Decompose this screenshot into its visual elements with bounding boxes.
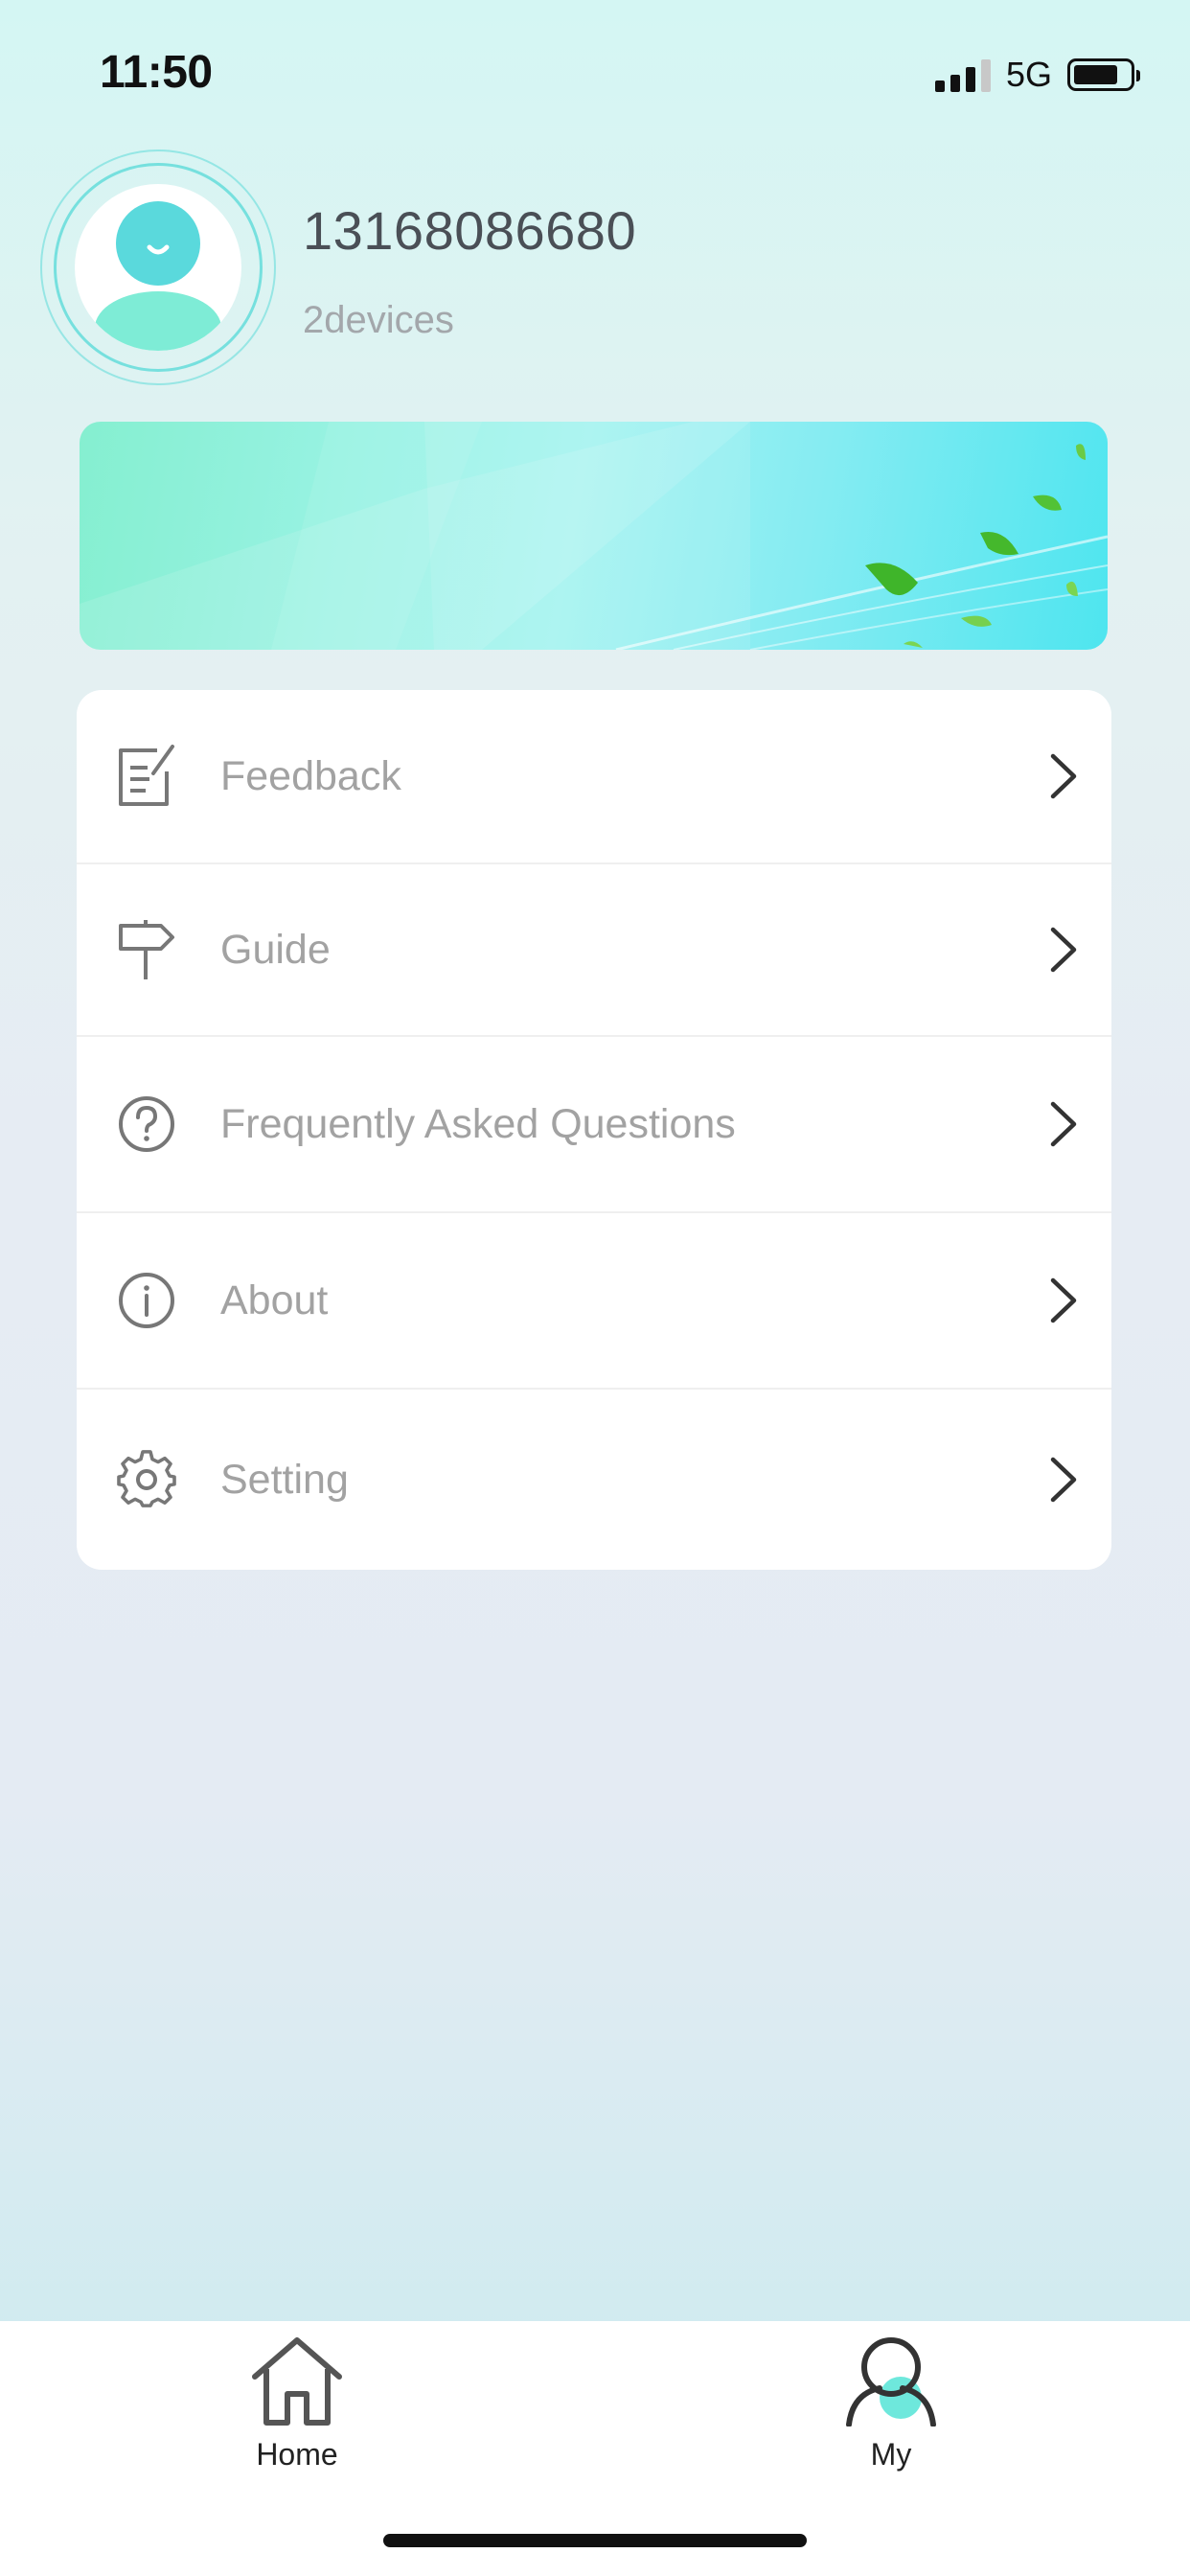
menu-card: Feedback Guide Frequently Asked Question… <box>77 690 1111 1570</box>
leaves-banner-image <box>80 422 1108 650</box>
menu-item-label: Guide <box>220 926 331 973</box>
menu-item-guide[interactable]: Guide <box>77 864 1111 1037</box>
network-type: 5G <box>1005 55 1052 94</box>
menu-item-feedback[interactable]: Feedback <box>77 690 1111 864</box>
menu-item-label: About <box>220 1276 329 1323</box>
home-indicator <box>383 2534 807 2547</box>
home-icon <box>249 2334 345 2431</box>
info-icon <box>115 1269 178 1332</box>
chevron-right-icon <box>1044 1097 1083 1151</box>
tab-home[interactable]: Home <box>201 2334 393 2478</box>
menu-item-setting[interactable]: Setting <box>77 1390 1111 1570</box>
chevron-right-icon <box>1044 1274 1083 1327</box>
tab-label: Home <box>256 2437 338 2472</box>
menu-item-label: Frequently Asked Questions <box>220 1100 736 1147</box>
status-indicators: 5G <box>934 54 1140 96</box>
promo-banner[interactable] <box>80 422 1108 650</box>
battery-icon <box>1067 58 1140 91</box>
tab-label: My <box>870 2437 912 2472</box>
chevron-right-icon <box>1044 923 1083 977</box>
menu-item-label: Setting <box>220 1456 349 1503</box>
signal-icon <box>934 58 991 92</box>
user-avatar-icon <box>75 184 241 351</box>
menu-item-faq[interactable]: Frequently Asked Questions <box>77 1037 1111 1213</box>
chevron-right-icon <box>1044 1453 1083 1506</box>
gear-icon <box>115 1448 178 1511</box>
signpost-icon <box>115 918 178 981</box>
device-count: 2devices <box>303 299 454 341</box>
status-time: 11:50 <box>100 47 213 98</box>
phone-number: 13168086680 <box>303 200 637 261</box>
menu-item-label: Feedback <box>220 752 401 799</box>
feedback-icon <box>115 745 178 808</box>
menu-item-about[interactable]: About <box>77 1213 1111 1390</box>
question-icon <box>115 1092 178 1156</box>
tab-my[interactable]: My <box>795 2334 987 2478</box>
avatar[interactable] <box>40 150 276 385</box>
person-icon <box>843 2334 939 2431</box>
chevron-right-icon <box>1044 749 1083 803</box>
